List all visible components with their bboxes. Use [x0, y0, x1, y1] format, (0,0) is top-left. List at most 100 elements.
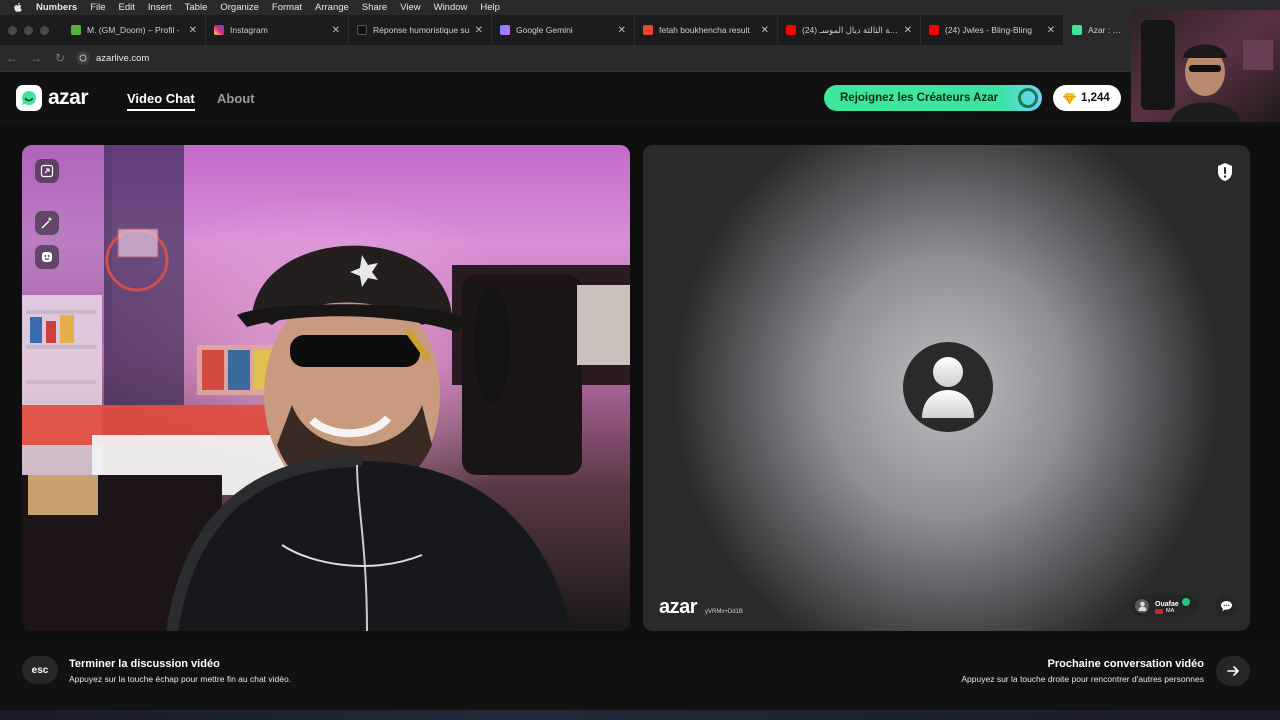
gems-count: 1,244 — [1081, 92, 1110, 104]
user-silhouette-icon — [922, 357, 974, 418]
gems-balance[interactable]: 1,244 — [1053, 85, 1121, 111]
partner-country: MA — [1166, 608, 1175, 614]
tab-close-icon[interactable]: ✕ — [332, 25, 340, 36]
browser-tab[interactable]: M. (GM_Doom) – Profil - ✕ — [63, 15, 206, 45]
camera-tools — [22, 145, 74, 435]
zoom-window-button[interactable] — [40, 25, 49, 35]
azar-favicon-icon — [1072, 25, 1082, 35]
site-info-icon[interactable] — [76, 51, 90, 65]
browser-tab[interactable]: Instagram ✕ — [206, 15, 349, 45]
close-window-button[interactable] — [8, 25, 17, 35]
partner-country-row: MA — [1155, 608, 1190, 614]
tab-close-icon[interactable]: ✕ — [475, 25, 483, 36]
site-header: azar Video Chat About Rejoignez les Créa… — [0, 72, 1280, 126]
minimize-window-button[interactable] — [24, 25, 33, 35]
menu-format[interactable]: Format — [272, 2, 302, 13]
azar-logo[interactable]: azar — [16, 85, 89, 111]
browser-tab[interactable]: (24) Jwles - Bling-Bling ✕ — [921, 15, 1064, 45]
bottom-controls: esc Terminer la discussion vidéo Appuyez… — [0, 640, 1280, 720]
tab-close-icon[interactable]: ✕ — [189, 25, 197, 36]
tab-close-icon[interactable]: ✕ — [618, 25, 626, 36]
menu-window[interactable]: Window — [434, 2, 468, 13]
tab-close-icon[interactable]: ✕ — [904, 25, 912, 36]
tab-close-icon[interactable]: ✕ — [1047, 25, 1055, 36]
menu-insert[interactable]: Insert — [148, 2, 172, 13]
youtube-icon — [929, 25, 939, 35]
tab-favicon-icon — [643, 25, 653, 35]
tab-title: Instagram — [230, 25, 268, 35]
menu-edit[interactable]: Edit — [119, 2, 135, 13]
end-chat-esc-button[interactable]: esc — [22, 656, 58, 684]
tab-title: Réponse humoristique su — [373, 25, 470, 35]
address-bar: ← → ↻ azarlive.com — [0, 45, 1280, 72]
azar-watermark: azar yVRMv+Dd1B — [659, 596, 743, 619]
join-creators-button[interactable]: Rejoignez les Créateurs Azar — [824, 85, 1042, 111]
menu-help[interactable]: Help — [480, 2, 500, 13]
watermark-logo: azar — [659, 596, 698, 618]
dock-edge — [0, 710, 1280, 720]
back-arrow-icon[interactable]: ← — [0, 51, 24, 65]
next-chat-title[interactable]: Prochaine conversation vidéo — [1048, 658, 1205, 670]
apple-icon[interactable] — [12, 2, 24, 14]
partner-info[interactable]: Ouafae MA — [1131, 595, 1198, 617]
next-chat-arrow-button[interactable] — [1216, 656, 1250, 686]
arrow-right-icon — [1226, 666, 1239, 676]
local-camera-image — [22, 145, 630, 631]
gemini-icon — [500, 25, 510, 35]
menu-share[interactable]: Share — [362, 2, 387, 13]
tab-title: fetah boukhencha result — [659, 25, 750, 35]
webcam-overlay — [1131, 10, 1280, 122]
forward-arrow-icon[interactable]: → — [24, 51, 48, 65]
chat-bubble-button[interactable] — [1215, 595, 1237, 617]
youtube-icon — [786, 25, 796, 35]
reload-icon[interactable]: ↻ — [48, 51, 72, 65]
remote-video-panel: azar yVRMv+Dd1B Ouafae MA — [643, 145, 1250, 631]
chat-bubble-icon — [1220, 601, 1232, 611]
tab-title: Google Gemini — [516, 25, 573, 35]
tab-title: M. (GM_Doom) – Profil - — [87, 25, 180, 35]
macos-menu-bar: Numbers File Edit Insert Table Organize … — [0, 0, 1280, 15]
logo-wordmark: azar — [48, 86, 89, 109]
face-filter-icon[interactable] — [35, 245, 59, 269]
join-creators-label: Rejoignez les Créateurs Azar — [840, 92, 999, 104]
instagram-icon — [214, 25, 224, 35]
menu-view[interactable]: View — [400, 2, 420, 13]
tab-title: Azar : Chat V — [1088, 25, 1125, 35]
browser-tab-strip: M. (GM_Doom) – Profil - ✕ Instagram ✕ Ré… — [0, 15, 1280, 45]
gem-icon — [1063, 92, 1076, 104]
end-chat-hint: Appuyez sur la touche échap pour mettre … — [69, 674, 292, 684]
menu-organize[interactable]: Organize — [220, 2, 259, 13]
url-text: azarlive.com — [96, 52, 150, 64]
report-shield-icon[interactable] — [1216, 162, 1234, 182]
local-video-panel — [22, 145, 630, 631]
browser-tab[interactable]: (24) الحلقة الثالثة ديال الموسـ ✕ — [778, 15, 921, 45]
menu-arrange[interactable]: Arrange — [315, 2, 349, 13]
tab-title: (24) Jwles - Bling-Bling — [945, 25, 1032, 35]
browser-tab-active[interactable]: Azar : Chat V — [1064, 15, 1134, 45]
fullscreen-toggle-icon[interactable] — [35, 159, 59, 183]
nav-about[interactable]: About — [217, 91, 255, 106]
watermark-id: yVRMv+Dd1B — [705, 609, 743, 615]
partner-name-row: Ouafae — [1155, 598, 1190, 608]
end-chat-title[interactable]: Terminer la discussion vidéo — [69, 658, 220, 670]
azar-logo-icon — [16, 85, 42, 111]
partner-avatar-icon — [1135, 599, 1149, 613]
tab-close-icon[interactable]: ✕ — [761, 25, 769, 36]
effects-wand-icon[interactable] — [35, 211, 59, 235]
partner-name: Ouafae — [1155, 601, 1179, 608]
browser-tab[interactable]: Google Gemini ✕ — [492, 15, 635, 45]
browser-tab[interactable]: Réponse humoristique su ✕ — [349, 15, 492, 45]
remote-avatar-placeholder — [903, 342, 993, 432]
window-controls — [8, 25, 49, 35]
url-field[interactable]: azarlive.com — [76, 51, 149, 65]
nav-video-chat[interactable]: Video Chat — [127, 91, 195, 111]
morocco-flag-icon — [1155, 608, 1163, 614]
tab-title: (24) الحلقة الثالثة ديال الموسـ — [802, 24, 900, 35]
menu-file[interactable]: File — [90, 2, 105, 13]
menu-table[interactable]: Table — [185, 2, 208, 13]
menu-app-name[interactable]: Numbers — [36, 2, 77, 13]
tab-favicon-icon — [71, 25, 81, 35]
creators-badge-icon — [1018, 88, 1038, 108]
browser-tab[interactable]: fetah boukhencha result ✕ — [635, 15, 778, 45]
next-chat-hint: Appuyez sur la touche droite pour rencon… — [961, 674, 1204, 684]
